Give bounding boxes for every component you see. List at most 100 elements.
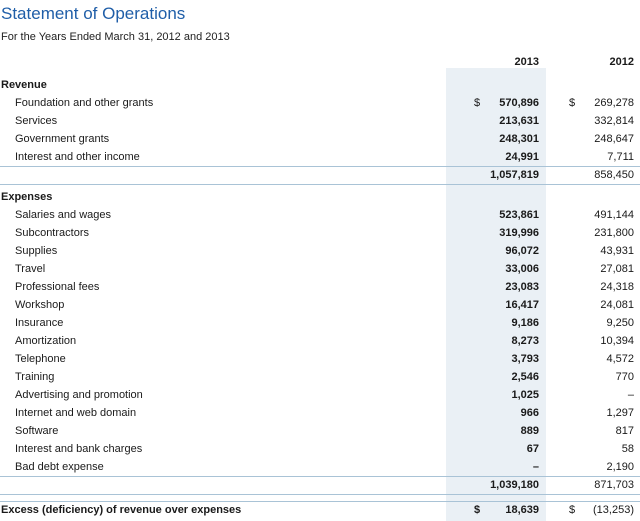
value-2013: 96,072 bbox=[505, 245, 539, 257]
row-label: Interest and other income bbox=[15, 151, 140, 163]
value-2012: 7,711 bbox=[607, 151, 634, 163]
value-2012: 770 bbox=[615, 371, 634, 383]
table-row: Interest and other income 24,991 7,711 bbox=[0, 149, 640, 167]
table-row: Training 2,546 770 bbox=[0, 369, 640, 387]
value-2013: 1,025 bbox=[511, 389, 539, 401]
section-row: Expenses bbox=[0, 189, 640, 207]
subtotal-2013: 1,057,819 bbox=[490, 169, 539, 181]
value-2012: 43,931 bbox=[600, 245, 634, 257]
value-2013: 2,546 bbox=[511, 371, 539, 383]
table-row: Amortization 8,273 10,394 bbox=[0, 333, 640, 351]
row-label: Workshop bbox=[15, 299, 65, 311]
value-2012: – bbox=[627, 389, 634, 401]
table-row: Interest and bank charges 67 58 bbox=[0, 441, 640, 459]
table-row: Insurance 9,186 9,250 bbox=[0, 315, 640, 333]
value-2013: 24,991 bbox=[505, 151, 539, 163]
value-2012: 817 bbox=[615, 425, 634, 437]
value-2012: 9,250 bbox=[606, 317, 634, 329]
column-header-2012: 2012 bbox=[609, 56, 634, 68]
table-row: Services 213,631 332,814 bbox=[0, 113, 640, 131]
currency-symbol-2013: $ bbox=[474, 504, 481, 516]
value-2013: 67 bbox=[526, 443, 539, 455]
page-subtitle: For the Years Ended March 31, 2012 and 2… bbox=[1, 31, 230, 43]
subtotal-2013: 1,039,180 bbox=[490, 479, 539, 491]
total-row: 1,039,180 871,703 bbox=[0, 477, 640, 495]
row-label: Professional fees bbox=[15, 281, 100, 293]
table-row: Supplies 96,072 43,931 bbox=[0, 243, 640, 261]
subtotal-2012: 871,703 bbox=[594, 479, 634, 491]
table-row: Government grants 248,301 248,647 bbox=[0, 131, 640, 149]
excess-value-2012: (13,253) bbox=[593, 504, 634, 516]
value-2013: 33,006 bbox=[505, 263, 539, 275]
value-2012: 24,318 bbox=[600, 281, 634, 293]
section-row: Revenue bbox=[0, 77, 640, 95]
excess-value-2013: 18,639 bbox=[505, 504, 539, 516]
value-2012: 2,190 bbox=[606, 461, 634, 473]
table-row: Foundation and other grants $ $570,896 269,… bbox=[0, 95, 640, 113]
row-label: Salaries and wages bbox=[15, 209, 112, 221]
row-label: Amortization bbox=[15, 335, 77, 347]
value-2012: 24,081 bbox=[600, 299, 634, 311]
value-2013: 8,273 bbox=[511, 335, 539, 347]
table-row: Workshop 16,417 24,081 bbox=[0, 297, 640, 315]
value-2013: 523,861 bbox=[499, 209, 539, 221]
value-2013: 23,083 bbox=[505, 281, 539, 293]
row-label: Government grants bbox=[15, 133, 110, 145]
excess-label: Excess (deficiency) of revenue over expe… bbox=[1, 504, 242, 516]
value-2013: 966 bbox=[520, 407, 539, 419]
row-label: Bad debt expense bbox=[15, 461, 104, 473]
currency-symbol-2012: $ bbox=[569, 504, 576, 516]
row-label: Travel bbox=[15, 263, 46, 275]
subtotal-2012: 858,450 bbox=[594, 169, 634, 181]
table-row: Software 889 817 bbox=[0, 423, 640, 441]
value-2012: 10,394 bbox=[600, 335, 634, 347]
value-2013: 248,301 bbox=[499, 133, 539, 145]
table-row: Subcontractors 319,996 231,800 bbox=[0, 225, 640, 243]
value-2013: 16,417 bbox=[505, 299, 539, 311]
row-label: Telephone bbox=[15, 353, 66, 365]
table-row: Advertising and promotion 1,025 – bbox=[0, 387, 640, 405]
value-2012: 491,144 bbox=[594, 209, 634, 221]
row-label: Services bbox=[15, 115, 58, 127]
value-2013: 319,996 bbox=[499, 227, 539, 239]
total-row: 1,057,819 858,450 bbox=[0, 167, 640, 185]
value-2012: 1,297 bbox=[606, 407, 634, 419]
row-label: Advertising and promotion bbox=[15, 389, 143, 401]
column-header-2013: 2013 bbox=[514, 56, 539, 68]
table-row: Bad debt expense – 2,190 bbox=[0, 459, 640, 477]
table-row: Internet and web domain 966 1,297 bbox=[0, 405, 640, 423]
page-title: Statement of Operations bbox=[1, 4, 186, 23]
row-label: Internet and web domain bbox=[15, 407, 137, 419]
row-label: Training bbox=[15, 371, 55, 383]
value-2012: 332,814 bbox=[594, 115, 634, 127]
currency-symbol-2012: $ bbox=[569, 97, 576, 109]
row-label: Software bbox=[15, 425, 59, 437]
row-label: Supplies bbox=[15, 245, 58, 257]
divider bbox=[0, 184, 640, 185]
value-2013: – bbox=[532, 461, 539, 473]
value-2013: 889 bbox=[520, 425, 539, 437]
divider bbox=[0, 494, 640, 495]
row-label: Interest and bank charges bbox=[15, 443, 143, 455]
row-label: Insurance bbox=[15, 317, 64, 329]
value-2013: 570,896 bbox=[499, 97, 539, 109]
section-heading: Revenue bbox=[1, 79, 47, 91]
value-2012: 269,278 bbox=[594, 97, 634, 109]
table-row: Telephone 3,793 4,572 bbox=[0, 351, 640, 369]
value-2012: 4,572 bbox=[606, 353, 634, 365]
value-2012: 58 bbox=[621, 443, 634, 455]
value-2012: 248,647 bbox=[594, 133, 634, 145]
value-2013: 213,631 bbox=[499, 115, 539, 127]
table-row: Salaries and wages 523,861 491,144 bbox=[0, 207, 640, 225]
section-heading: Expenses bbox=[1, 191, 53, 203]
currency-symbol-2013: $ bbox=[474, 97, 481, 109]
value-2013: 9,186 bbox=[511, 317, 539, 329]
value-2012: 231,800 bbox=[594, 227, 634, 239]
value-2013: 3,793 bbox=[511, 353, 539, 365]
table-row: Travel 33,006 27,081 bbox=[0, 261, 640, 279]
row-label: Foundation and other grants bbox=[15, 97, 154, 109]
table-row: Professional fees 23,083 24,318 bbox=[0, 279, 640, 297]
value-2012: 27,081 bbox=[600, 263, 634, 275]
row-label: Subcontractors bbox=[15, 227, 89, 239]
total-row: Excess (deficiency) of revenue over expe… bbox=[0, 502, 640, 520]
